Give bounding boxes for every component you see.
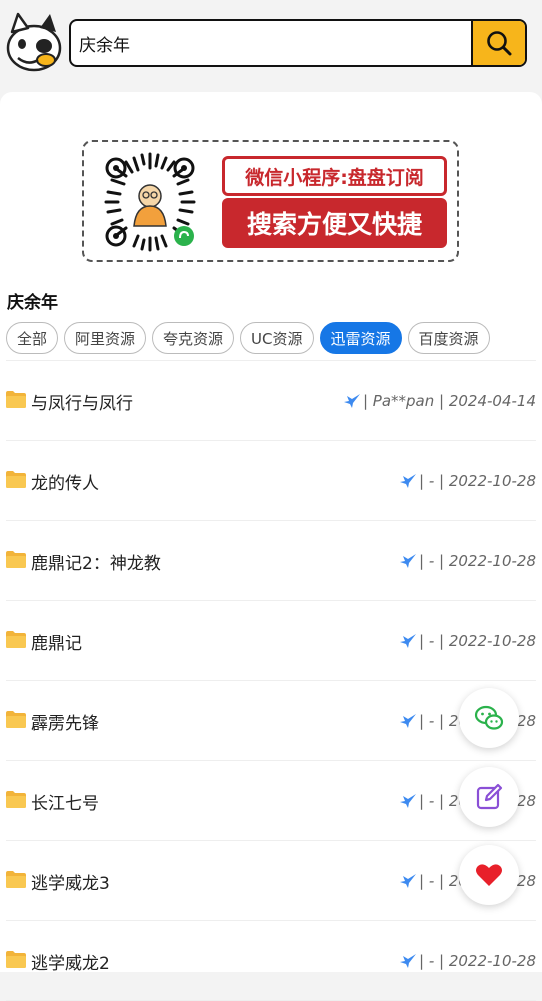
result-list: 与凤行与凤行 | Pa**pan | 2024-04-14 龙的传人 | - |…	[6, 360, 536, 1001]
folder-icon	[6, 391, 26, 408]
result-row[interactable]: 逃学威龙3 | - | 2022-10-28	[6, 841, 536, 921]
result-row[interactable]: 与凤行与凤行 | Pa**pan | 2024-04-14	[6, 361, 536, 441]
result-title[interactable]: 逃学威龙3	[31, 869, 110, 894]
thunder-bird-icon	[400, 954, 416, 968]
banner-title: 微信小程序:盘盘订阅	[222, 156, 447, 196]
result-meta-text: | - | 2022-10-28	[419, 552, 536, 570]
result-title[interactable]: 龙的传人	[31, 469, 99, 494]
result-meta: | - | 2022-10-28	[399, 632, 536, 650]
folder-icon	[6, 871, 26, 888]
tab-aliyun[interactable]: 阿里资源	[64, 322, 147, 354]
result-title[interactable]: 与凤行与凤行	[31, 389, 133, 414]
folder-icon	[6, 711, 26, 728]
folder-icon	[6, 631, 26, 648]
edit-icon	[476, 783, 503, 810]
result-meta-text: | Pa**pan | 2024-04-14	[362, 392, 536, 410]
result-title[interactable]: 逃学威龙2	[31, 949, 110, 974]
edit-button[interactable]	[459, 767, 519, 827]
result-meta: | Pa**pan | 2024-04-14	[343, 392, 536, 410]
favorite-button[interactable]	[459, 845, 519, 905]
tab-quark[interactable]: 夸克资源	[152, 322, 235, 354]
header	[0, 0, 542, 88]
result-meta-text: | - | 2022-10-28	[419, 952, 536, 970]
source-tabs: 全部 阿里资源 夸克资源 UC资源 迅雷资源 百度资源	[6, 322, 490, 354]
result-row[interactable]: 长江七号 | - | 2022-10-28	[6, 761, 536, 841]
search-box	[69, 19, 527, 67]
result-meta: | - | 2022-10-28	[399, 472, 536, 490]
thunder-bird-icon	[343, 394, 360, 408]
thunder-bird-icon	[400, 474, 416, 488]
thunder-bird-icon	[400, 794, 416, 808]
heart-icon	[476, 864, 502, 886]
result-title[interactable]: 长江七号	[31, 789, 99, 814]
folder-icon	[6, 551, 26, 568]
tab-uc[interactable]: UC资源	[240, 322, 314, 354]
folder-icon	[6, 951, 26, 968]
wechat-button[interactable]	[459, 688, 519, 748]
dog-logo-icon[interactable]	[4, 10, 64, 74]
folder-icon	[6, 791, 26, 808]
result-meta: | - | 2022-10-28	[399, 952, 536, 970]
result-title[interactable]: 鹿鼎记2：神龙教	[31, 549, 161, 574]
wechat-icon	[474, 705, 504, 730]
result-meta-text: | - | 2022-10-28	[419, 472, 536, 490]
thunder-bird-icon	[400, 554, 416, 568]
search-button[interactable]	[471, 21, 525, 65]
result-row[interactable]: 龙的传人 | - | 2022-10-28	[6, 441, 536, 521]
banner-subtitle: 搜索方便又快捷	[222, 198, 447, 248]
magnifier-icon	[487, 31, 512, 56]
result-row[interactable]: 逃学威龙2 | - | 2022-10-28	[6, 921, 536, 1001]
tab-baidu[interactable]: 百度资源	[407, 322, 490, 354]
thunder-bird-icon	[400, 874, 416, 888]
mini-program-qr-code	[98, 150, 202, 254]
result-row[interactable]: 霹雳先锋 | - | 2022-10-28	[6, 681, 536, 761]
result-meta-text: | - | 2022-10-28	[419, 632, 536, 650]
folder-icon	[6, 471, 26, 488]
mini-program-banner[interactable]: 微信小程序:盘盘订阅 搜索方便又快捷	[82, 140, 459, 262]
search-input[interactable]	[71, 21, 475, 65]
tab-all[interactable]: 全部	[6, 322, 59, 354]
result-title[interactable]: 鹿鼎记	[31, 629, 82, 654]
thunder-bird-icon	[400, 634, 416, 648]
result-row[interactable]: 鹿鼎记 | - | 2022-10-28	[6, 601, 536, 681]
result-row[interactable]: 鹿鼎记2：神龙教 | - | 2022-10-28	[6, 521, 536, 601]
result-meta: | - | 2022-10-28	[399, 552, 536, 570]
result-title[interactable]: 霹雳先锋	[31, 709, 99, 734]
results-card: 微信小程序:盘盘订阅 搜索方便又快捷 庆余年 全部 阿里资源 夸克资源 UC资源…	[0, 92, 542, 1001]
query-title: 庆余年	[7, 293, 58, 313]
thunder-bird-icon	[400, 714, 416, 728]
tab-xunlei[interactable]: 迅雷资源	[319, 322, 402, 354]
